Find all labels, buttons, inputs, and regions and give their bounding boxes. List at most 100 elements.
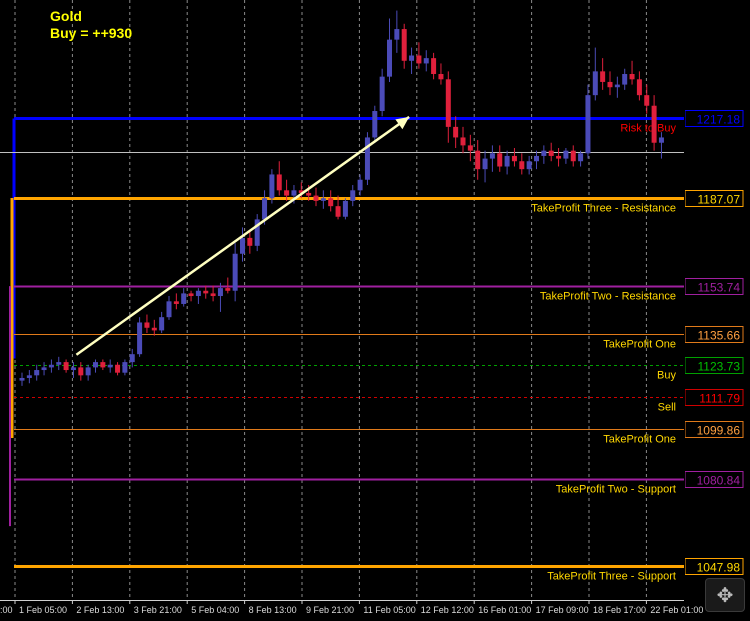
candle-body <box>592 71 598 96</box>
candle-body <box>320 198 326 201</box>
candle-body <box>467 145 473 151</box>
level-label-take-profit-three-support: TakeProfit Three - Support <box>547 571 676 583</box>
price-levels: Risk to Buy 1217.18 TakeProfit Three - Res… <box>0 110 744 583</box>
candle-body <box>364 137 370 180</box>
x-axis: :00 1 Feb 05:00 2 Feb 13:00 3 Feb 21:00 5 Fe… <box>0 0 703 615</box>
x-tick-label: 2 Feb 13:00 <box>76 605 124 615</box>
candle-body <box>203 290 209 294</box>
candle-body <box>387 39 392 77</box>
candle-body <box>306 192 312 196</box>
price-envelope <box>8 118 684 600</box>
candle-body <box>431 58 437 75</box>
price-chart[interactable]: Risk to Buy 1217.18 TakeProfit Three - Res… <box>0 0 750 621</box>
candle-body <box>570 150 576 162</box>
x-tick-label: :00 <box>0 605 13 615</box>
candle-body <box>460 137 466 146</box>
candle-body <box>416 55 422 64</box>
candle-body <box>563 150 569 159</box>
candle-body <box>269 174 275 199</box>
candle-body <box>548 150 554 156</box>
candle-body <box>438 74 444 80</box>
x-tick-label: 12 Feb 12:00 <box>421 605 474 615</box>
level-label-take-profit-one-lower: TakeProfit One <box>603 434 676 446</box>
candle-body <box>144 322 150 328</box>
candle-body <box>556 155 562 159</box>
level-label-take-profit-one-upper: TakeProfit One <box>603 339 676 351</box>
chart-title: Gold Buy = ++930 <box>50 8 132 42</box>
price-label-take-profit-two-support: 1080.84 <box>697 474 741 488</box>
candle-body <box>328 198 334 207</box>
candle-body <box>607 81 613 88</box>
price-label-sell: 1111.79 <box>699 392 740 406</box>
candle-body <box>519 161 525 170</box>
level-label-buy: Buy <box>657 370 676 382</box>
candle-body <box>115 364 121 373</box>
candle-body <box>313 195 319 201</box>
move-arrows-icon: ✥ <box>716 583 734 607</box>
candle-body <box>445 79 451 127</box>
candle-body <box>48 364 54 368</box>
x-tick-label: 16 Feb 01:00 <box>478 605 531 615</box>
candle-body <box>372 111 378 138</box>
candle-body <box>394 29 400 40</box>
candle-body <box>56 362 62 365</box>
candle-body <box>210 293 216 297</box>
price-label-buy: 1123.73 <box>698 360 741 374</box>
candle-body <box>497 153 503 167</box>
candle-body <box>181 293 187 304</box>
candle-body <box>159 317 165 331</box>
x-tick-label: 1 Feb 05:00 <box>19 605 67 615</box>
x-tick-label: 3 Feb 21:00 <box>134 605 182 615</box>
candle-body <box>276 174 282 191</box>
x-tick-label: 22 Feb 01:00 <box>650 605 703 615</box>
candle-body <box>217 288 223 297</box>
candle-body <box>188 293 194 297</box>
candle-body <box>137 322 143 355</box>
candle-body <box>284 190 290 196</box>
candle-body <box>453 126 459 138</box>
candle-body <box>93 362 98 368</box>
candle-body <box>85 367 91 376</box>
level-label-take-profit-two-support: TakeProfit Two - Support <box>556 484 676 496</box>
envelope-band <box>8 118 684 600</box>
candle-body <box>526 161 532 170</box>
signal-label: Buy = ++930 <box>50 25 133 41</box>
price-label-take-profit-three-resistance: 1187.07 <box>698 193 741 207</box>
candle-body <box>78 367 84 376</box>
candle-body <box>262 198 268 220</box>
x-tick-label: 5 Feb 04:00 <box>191 605 239 615</box>
candle-body <box>342 200 348 217</box>
x-tick-label: 11 Feb 05:00 <box>363 605 415 615</box>
candle-body <box>658 137 664 143</box>
zoom-toggle-button[interactable]: ✥ <box>705 578 745 612</box>
candle-body <box>357 179 363 191</box>
candle-body <box>41 367 47 371</box>
x-tick-label: 8 Feb 13:00 <box>249 605 297 615</box>
price-label-take-profit-one-lower: 1099.86 <box>697 424 741 438</box>
candle-body <box>578 153 584 162</box>
candle-body <box>291 190 297 196</box>
candle-body <box>122 362 128 373</box>
candle-body <box>482 158 488 170</box>
level-label-take-profit-two-resistance: TakeProfit Two - Resistance <box>540 291 676 303</box>
candle-body <box>335 206 341 217</box>
candle-body <box>379 76 385 112</box>
candle-body <box>63 362 69 371</box>
candle-body <box>107 364 113 368</box>
candle-body <box>247 237 253 246</box>
x-tick-label: 9 Feb 21:00 <box>306 605 354 615</box>
candle-body <box>401 29 407 61</box>
candle-body <box>409 55 415 61</box>
candle-body <box>100 362 106 368</box>
level-label-risk-to-buy: Risk to Buy <box>620 123 676 135</box>
x-tick-label: 18 Feb 17:00 <box>593 605 646 615</box>
candle-body <box>26 375 32 378</box>
candle-body <box>34 370 40 376</box>
candle-body <box>70 367 76 371</box>
candle-body <box>173 301 179 304</box>
candle-body <box>614 84 620 88</box>
candle-body <box>511 155 517 162</box>
price-label-take-profit-one-upper: 1135.66 <box>698 329 741 343</box>
price-label-take-profit-three-support: 1047.98 <box>697 561 741 575</box>
price-label-take-profit-two-resistance: 1153.74 <box>698 281 741 295</box>
